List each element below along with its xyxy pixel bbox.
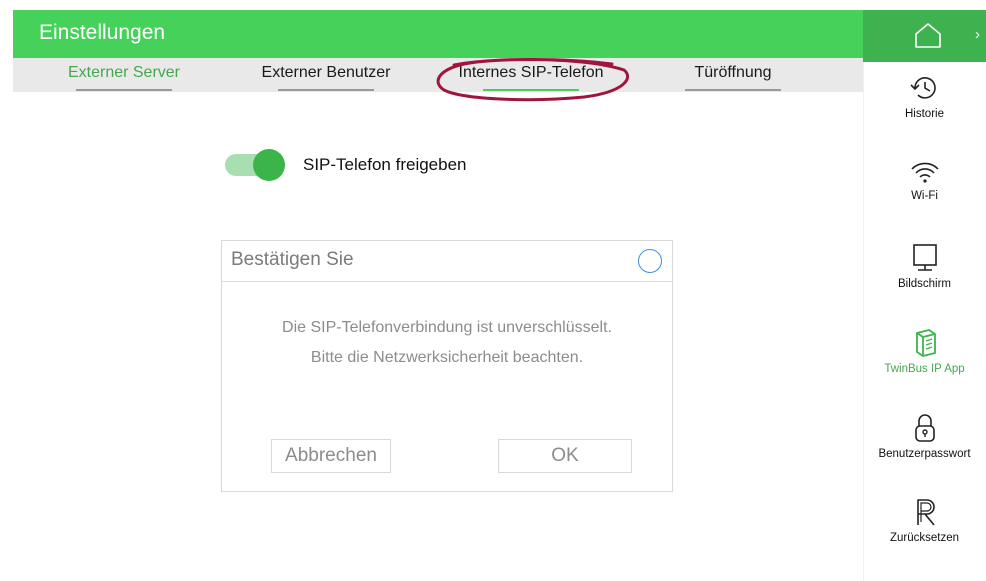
sidebar-item-wifi[interactable]: Wi-Fi [863, 158, 986, 202]
dialog-divider [222, 281, 672, 282]
settings-header: Einstellungen [13, 10, 863, 58]
tab-label: Internes SIP-Telefon [458, 64, 604, 81]
app-icon [915, 329, 936, 357]
history-icon [909, 77, 936, 99]
tab-external-user[interactable]: Externer Benutzer [256, 64, 396, 91]
sip-enable-label: SIP-Telefon freigeben [303, 155, 467, 174]
tab-underline [685, 89, 781, 91]
sidebar-item-label: TwinBus IP App [884, 363, 965, 375]
confirm-dialog: Bestätigen Sie Die SIP-Telefonverbindung… [221, 240, 673, 492]
sidebar-item-screen[interactable]: Bildschirm [863, 242, 986, 290]
sidebar-item-user-password[interactable]: Benutzerpasswort [863, 412, 986, 460]
home-icon[interactable] [913, 22, 943, 48]
sidebar-item-history[interactable]: Historie [863, 72, 986, 120]
sip-enable-toggle[interactable] [225, 148, 285, 182]
tab-underline [278, 89, 374, 91]
tab-internal-sip-phone[interactable]: Internes SIP-Telefon [451, 64, 611, 91]
dialog-message-line1: Die SIP-Telefonverbindung ist unverschlü… [282, 319, 612, 336]
tab-external-server[interactable]: Externer Server [63, 64, 185, 91]
sidebar-item-label: Benutzerpasswort [878, 448, 971, 460]
screen-icon [912, 244, 937, 271]
sidebar-item-reset[interactable]: Zurücksetzen [863, 496, 986, 544]
lock-icon [914, 414, 935, 442]
tab-bar: Externer Server Externer Benutzer Intern… [13, 58, 863, 92]
wifi-icon [910, 162, 939, 183]
dialog-title: Bestätigen Sie [231, 249, 354, 270]
tab-underline [76, 89, 172, 91]
sidebar-item-label: Historie [905, 108, 944, 120]
page-title: Einstellungen [39, 21, 166, 44]
tab-label: Externer Benutzer [261, 64, 391, 81]
dialog-message-line2: Bitte die Netzwerksicherheit beachten. [310, 349, 584, 366]
cancel-button[interactable]: Abbrechen [271, 439, 391, 473]
tab-underline-active [483, 89, 579, 91]
chevron-right-icon[interactable]: › [975, 26, 980, 43]
tab-door-opening[interactable]: Türöffnung [685, 64, 781, 91]
ok-button[interactable]: OK [498, 439, 632, 473]
tab-label: Türöffnung [694, 64, 772, 81]
sidebar-item-label: Zurücksetzen [889, 532, 960, 544]
close-icon[interactable] [638, 249, 662, 273]
reset-icon [916, 499, 935, 526]
tab-label: Externer Server [67, 64, 181, 81]
toggle-knob [253, 149, 285, 181]
sidebar-item-label: Wi-Fi [911, 190, 938, 202]
sidebar-item-twinbus-app[interactable]: TwinBus IP App [863, 327, 986, 375]
sidebar-item-label: Bildschirm [897, 278, 952, 290]
